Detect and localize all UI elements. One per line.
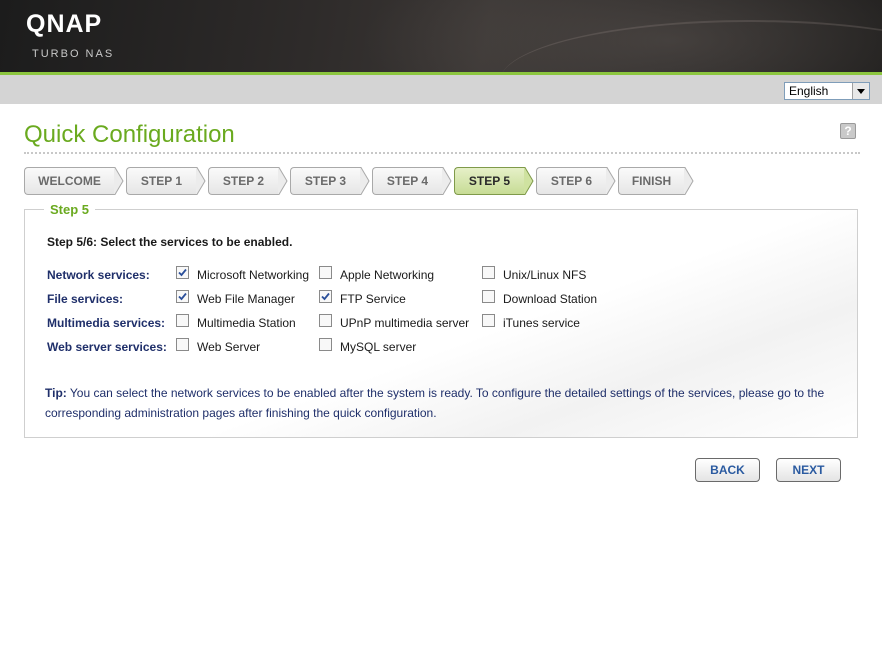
step-tab-label: STEP 6: [536, 167, 606, 195]
service-row-label: File services:: [47, 292, 124, 306]
language-value: English: [789, 84, 829, 98]
service-checkbox[interactable]: [176, 338, 189, 351]
language-select[interactable]: English: [784, 82, 870, 100]
service-checkbox[interactable]: [319, 314, 332, 327]
step-instruction: Step 5/6: Select the services to be enab…: [47, 235, 293, 249]
step-arrow-icon: [606, 167, 616, 195]
chevron-down-icon[interactable]: [852, 83, 869, 99]
service-option-label[interactable]: UPnP multimedia server: [340, 316, 469, 330]
next-button[interactable]: NEXT: [776, 458, 841, 482]
service-checkbox[interactable]: [176, 314, 189, 327]
service-checkbox[interactable]: [176, 266, 189, 279]
tip-label: Tip:: [45, 386, 67, 400]
tip-text: Tip: You can select the network services…: [45, 383, 835, 423]
step-tab-label: STEP 2: [208, 167, 278, 195]
service-checkbox[interactable]: [482, 266, 495, 279]
service-option-label[interactable]: iTunes service: [503, 316, 580, 330]
service-option-label[interactable]: Microsoft Networking: [197, 268, 309, 282]
qnap-logo: QNAP: [26, 10, 103, 38]
step-arrow-icon: [524, 167, 534, 195]
step-tab-label: STEP 1: [126, 167, 196, 195]
help-icon[interactable]: ?: [840, 123, 856, 139]
step-arrow-icon: [360, 167, 370, 195]
service-checkbox[interactable]: [482, 314, 495, 327]
service-option-label[interactable]: Unix/Linux NFS: [503, 268, 586, 282]
step-tab-label: STEP 4: [372, 167, 442, 195]
service-row-label: Web server services:: [47, 340, 167, 354]
service-option-label[interactable]: FTP Service: [340, 292, 406, 306]
back-button[interactable]: BACK: [695, 458, 760, 482]
step-arrow-icon: [278, 167, 288, 195]
toolbar-bar: [0, 75, 882, 104]
step-arrow-icon: [684, 167, 694, 195]
service-option-label[interactable]: MySQL server: [340, 340, 416, 354]
checkmark-icon: [178, 292, 187, 301]
tip-body: You can select the network services to b…: [45, 386, 825, 420]
step-arrow-icon: [114, 167, 124, 195]
service-option-label[interactable]: Multimedia Station: [197, 316, 296, 330]
app-header: QNAP TURBO NAS: [0, 0, 882, 72]
service-option-label[interactable]: Apple Networking: [340, 268, 434, 282]
page-title: Quick Configuration: [24, 121, 235, 148]
service-checkbox[interactable]: [482, 290, 495, 303]
service-option-label[interactable]: Download Station: [503, 292, 597, 306]
service-option-label[interactable]: Web File Manager: [197, 292, 295, 306]
step-tab-label: STEP 5: [454, 167, 524, 195]
step-tab-label: FINISH: [618, 167, 684, 195]
checkmark-icon: [178, 268, 187, 277]
service-checkbox[interactable]: [319, 266, 332, 279]
checkmark-icon: [321, 292, 330, 301]
step-tab-label: STEP 3: [290, 167, 360, 195]
title-divider: [24, 152, 860, 154]
product-name: TURBO NAS: [32, 48, 115, 60]
step-arrow-icon: [196, 167, 206, 195]
service-checkbox[interactable]: [176, 290, 189, 303]
service-option-label[interactable]: Web Server: [197, 340, 260, 354]
step-arrow-icon: [442, 167, 452, 195]
service-checkbox[interactable]: [319, 338, 332, 351]
service-row-label: Network services:: [47, 268, 150, 282]
step-tab-label: WELCOME: [24, 167, 114, 195]
service-row-label: Multimedia services:: [47, 316, 166, 330]
service-checkbox[interactable]: [319, 290, 332, 303]
panel-legend: Step 5: [44, 202, 96, 217]
